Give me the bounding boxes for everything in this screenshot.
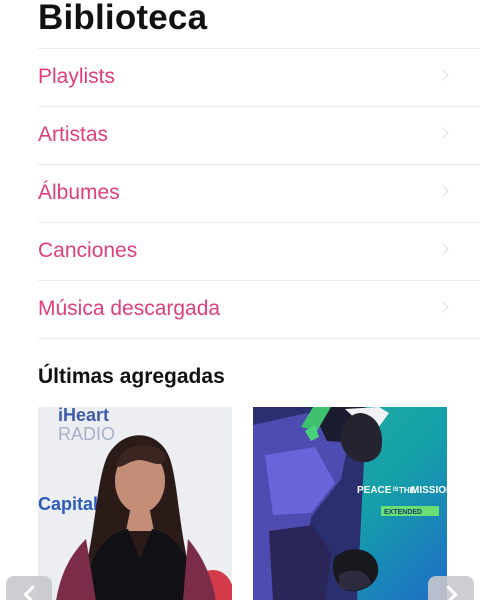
library-item-playlists[interactable]: Playlists (38, 48, 480, 106)
svg-text:PEACE: PEACE (357, 485, 392, 496)
library-item-musica-descargada[interactable]: Música descargada (38, 280, 480, 339)
library-item-label: Playlists (38, 65, 116, 88)
library-item-label: Canciones (38, 239, 138, 262)
svg-text:EXTENDED: EXTENDED (384, 509, 422, 516)
album-card-2[interactable]: PEACE IS THE MISSION EXTENDED (253, 407, 447, 600)
svg-text:Capital: Capital (38, 494, 98, 514)
chevron-right-icon (437, 301, 449, 313)
chevron-right-icon (437, 127, 449, 139)
library-list: Playlists Artistas Álbumes Canciones Mús… (38, 48, 480, 339)
svg-text:IS: IS (393, 487, 399, 493)
library-item-label: Artistas (38, 123, 109, 146)
album-card-1[interactable]: iHeart RADIO Capital (38, 407, 232, 600)
library-item-label: Música descargada (38, 297, 221, 320)
library-item-artistas[interactable]: Artistas (38, 106, 480, 164)
recently-added-title: Últimas agregadas (38, 365, 225, 388)
library-item-albumes[interactable]: Álbumes (38, 164, 480, 222)
svg-text:RADIO: RADIO (58, 424, 115, 444)
library-item-label: Álbumes (38, 181, 120, 204)
chevron-right-icon (437, 69, 449, 81)
album-art-text-1: iHeart RADIO Capital (0, 0, 1, 1)
album-art-text-2: PEACE IS THE MISSION EXTENDED (0, 0, 1, 1)
next-button[interactable] (428, 576, 474, 600)
chevron-right-icon (437, 185, 449, 197)
chevron-left-icon (23, 585, 42, 600)
library-screen: Biblioteca Playlists Artistas Álbumes Ca… (0, 0, 480, 600)
chevron-right-icon (437, 243, 449, 255)
album-artwork-2: PEACE IS THE MISSION EXTENDED (253, 407, 447, 600)
previous-button[interactable] (6, 576, 52, 600)
library-item-canciones[interactable]: Canciones (38, 222, 480, 280)
page-title: Biblioteca (38, 0, 208, 37)
svg-text:iHeart: iHeart (58, 407, 109, 425)
chevron-right-icon (439, 585, 458, 600)
album-artwork-1: iHeart RADIO Capital (38, 407, 232, 600)
svg-text:MISSION: MISSION (411, 485, 447, 496)
